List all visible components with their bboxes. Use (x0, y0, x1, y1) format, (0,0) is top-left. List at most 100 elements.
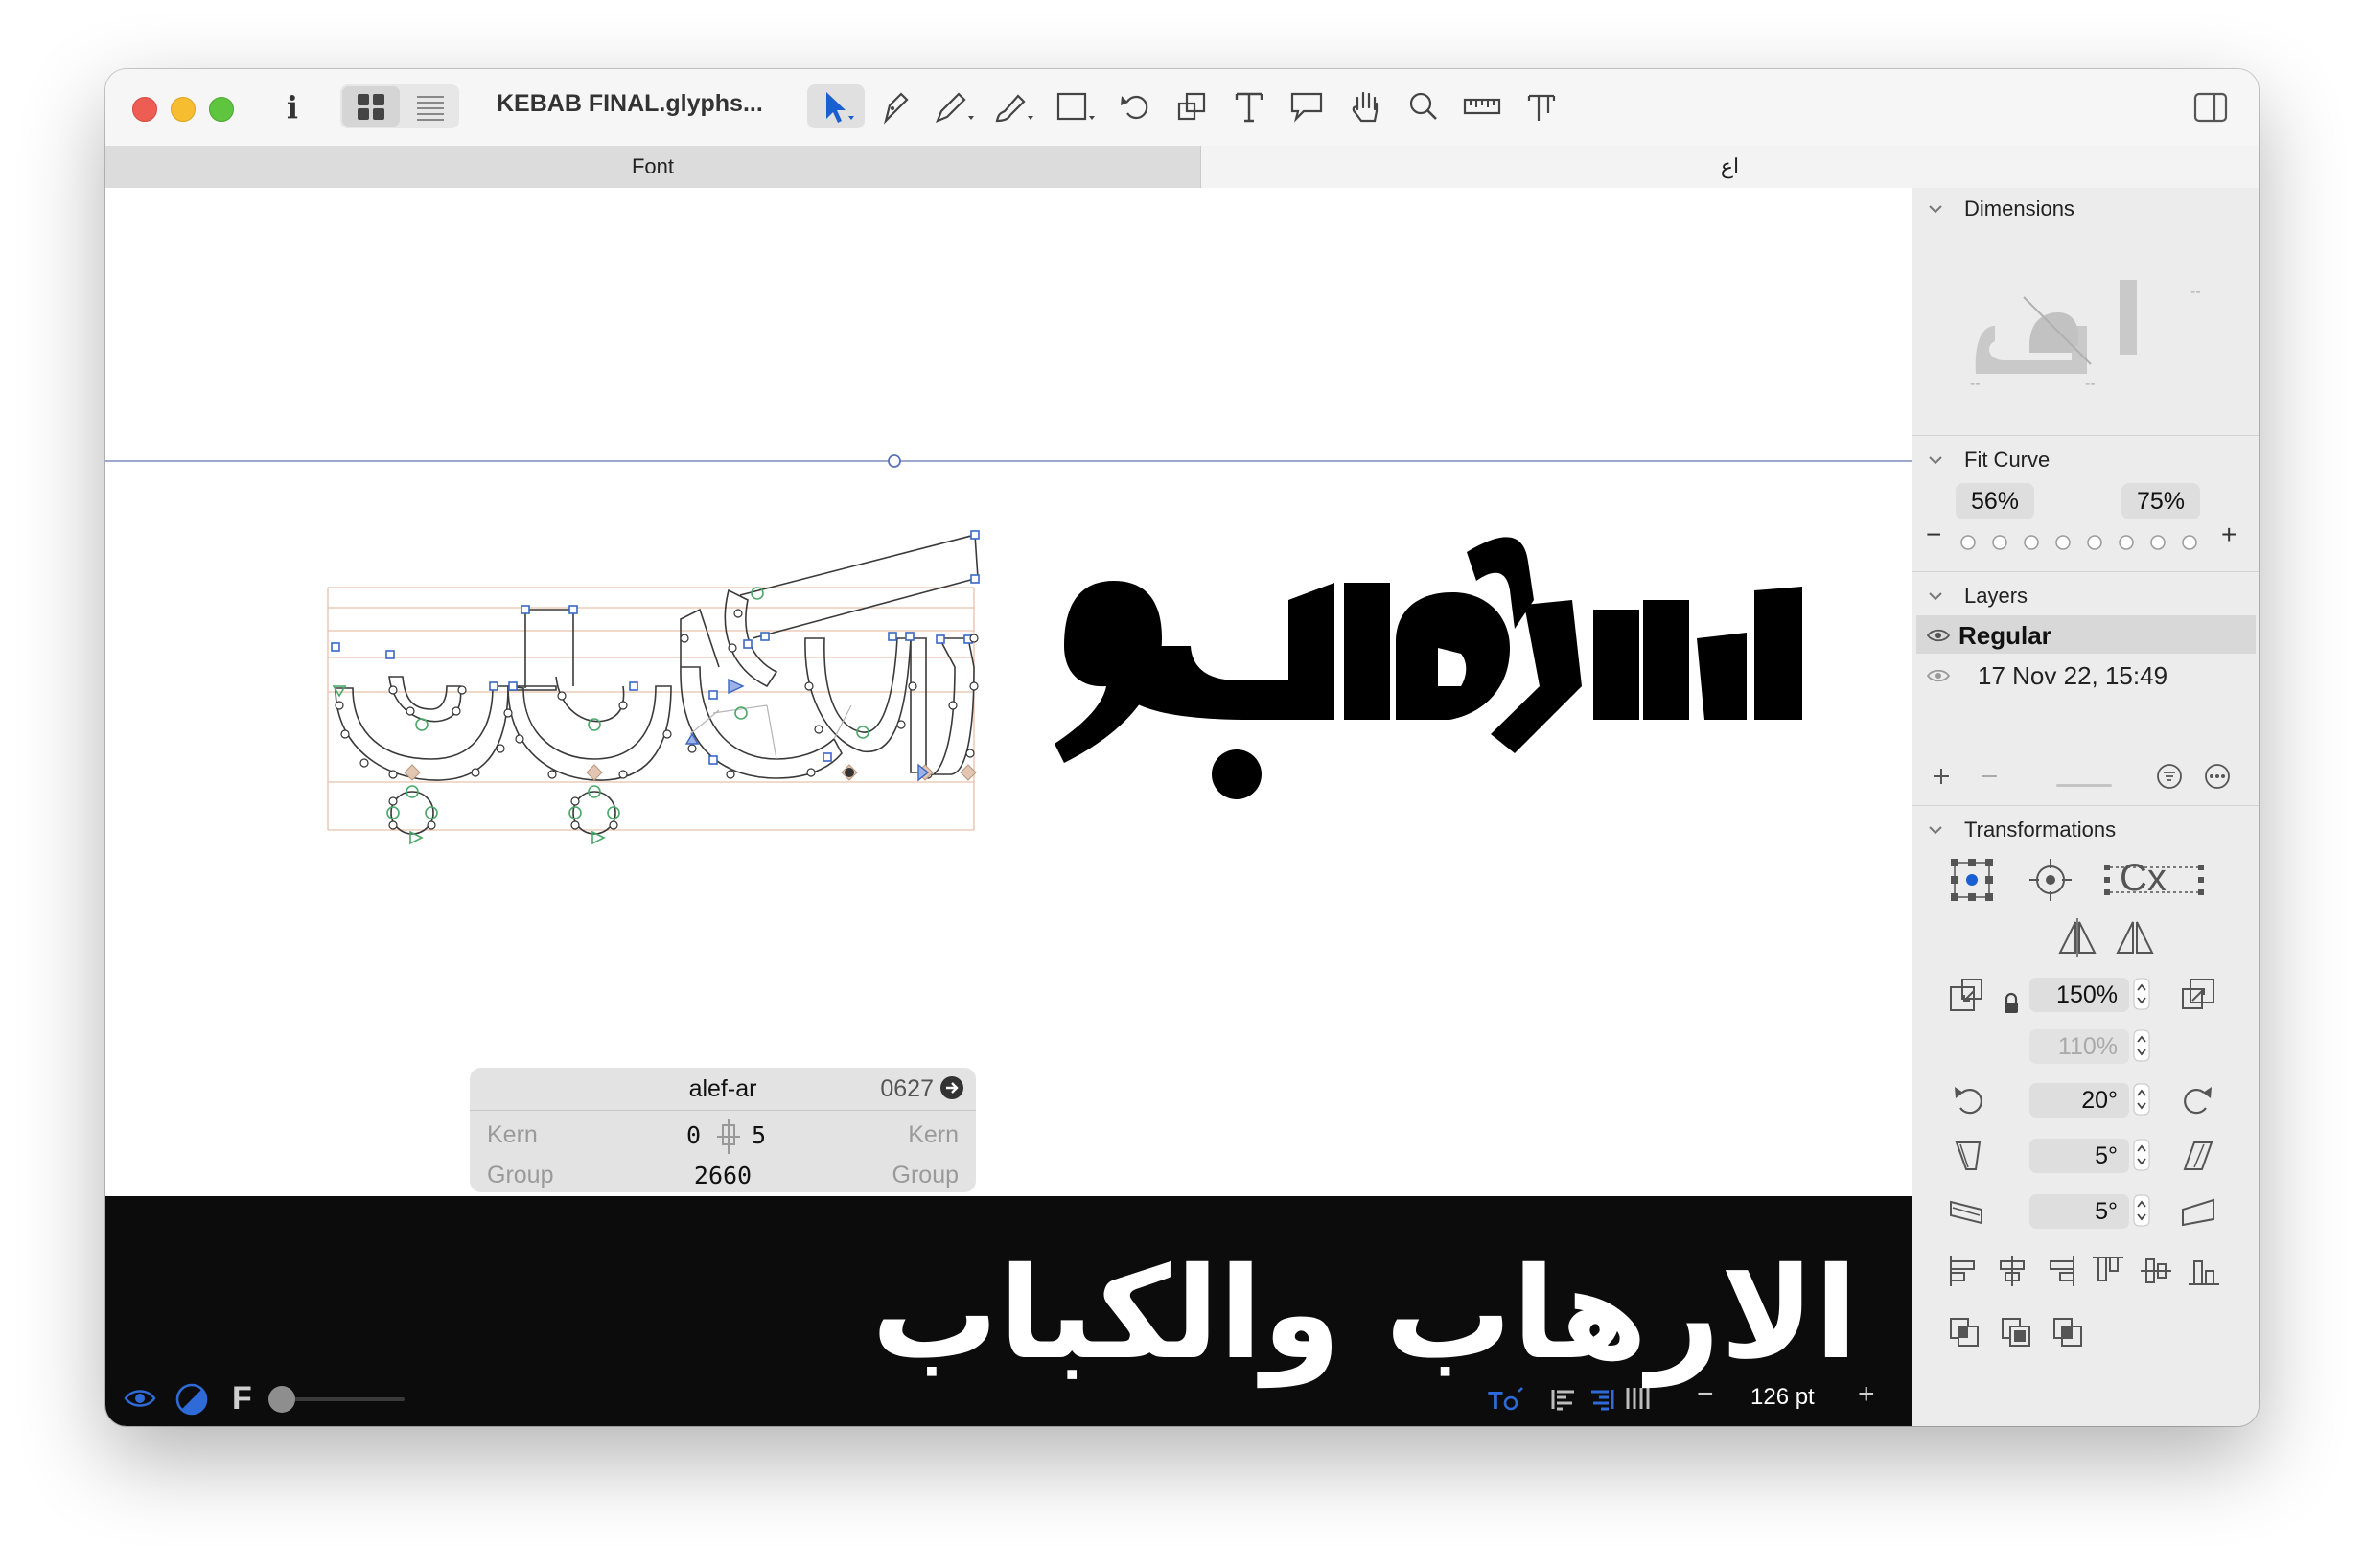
scale-up-icon[interactable] (2179, 976, 2217, 1014)
guide-handle (888, 454, 901, 468)
more-options-icon[interactable] (2204, 763, 2231, 790)
align-right-icon[interactable] (1588, 1386, 1614, 1413)
add-layer-icon[interactable] (1930, 765, 1953, 788)
tab-bar: Font اع (105, 146, 2259, 189)
filter-icon[interactable] (2156, 763, 2183, 790)
info-button[interactable]: i (278, 86, 307, 128)
skew-left-icon[interactable] (1947, 1192, 1985, 1231)
text-tool-icon[interactable] (1227, 84, 1271, 128)
fit-curve-section-header[interactable]: Fit Curve (1912, 443, 2259, 477)
rsb-value[interactable]: 5 (752, 1121, 766, 1149)
width-handle-icon[interactable] (709, 1116, 748, 1158)
glyph-edit-view[interactable] (105, 188, 1912, 1196)
scale-stepper-icon[interactable] (2133, 978, 2150, 1010)
lsb-value[interactable]: 0 (686, 1121, 701, 1149)
select-tool-button[interactable] (807, 84, 865, 128)
pencil-tool-icon[interactable] (928, 84, 982, 128)
preview-slider[interactable] (268, 1386, 405, 1413)
hand-tool-icon[interactable] (1344, 84, 1388, 128)
rotate-right-icon[interactable] (2181, 1081, 2215, 1119)
rotate-left-icon[interactable] (1951, 1081, 1985, 1119)
bezier-handles (689, 704, 852, 760)
fit-curve-slider[interactable] (1958, 533, 2210, 552)
fit-curve-dots[interactable] (1958, 533, 2210, 552)
skew-right-icon[interactable] (2179, 1192, 2217, 1231)
align-vertical-centers-icon[interactable] (2139, 1254, 2173, 1288)
union-icon[interactable] (1947, 1315, 1982, 1349)
arrow-right-circle-icon[interactable] (939, 1075, 964, 1100)
transformations-section-header[interactable]: Transformations (1912, 813, 2259, 847)
eye-icon[interactable] (123, 1384, 157, 1413)
sidebar-toggle-icon[interactable] (2191, 88, 2230, 127)
fit-curve-min-field[interactable]: 56% (1956, 483, 2034, 519)
layers-section-header[interactable]: Layers (1912, 579, 2259, 613)
fit-curve-minus-button[interactable]: − (1926, 519, 1941, 550)
close-window-button[interactable] (132, 97, 157, 122)
type-tool-icon[interactable] (1519, 84, 1564, 128)
zoom-tool-icon[interactable] (1402, 84, 1446, 128)
font-size-value[interactable]: 126 pt (1750, 1384, 1815, 1411)
layer-row-regular[interactable]: Regular (1916, 615, 2256, 654)
scale-vertical-stepper-icon[interactable] (2133, 1029, 2150, 1062)
scale-vertical-field[interactable]: 110% (2029, 1029, 2129, 1064)
fit-curve-plus-button[interactable]: + (2221, 519, 2237, 550)
align-top-edges-icon[interactable] (2091, 1254, 2125, 1288)
fit-curve-max-field[interactable]: 75% (2121, 483, 2200, 519)
annotation-tool-icon[interactable] (1285, 84, 1329, 128)
zoom-window-button[interactable] (209, 97, 234, 122)
rotate-field[interactable]: 20° (2029, 1083, 2129, 1118)
align-left-icon[interactable] (1551, 1386, 1578, 1413)
rotate-stepper-icon[interactable] (2133, 1083, 2150, 1116)
flip-horizontal-icon[interactable] (2056, 916, 2098, 958)
scale-field[interactable]: 150% (2029, 978, 2129, 1012)
align-horizontal-centers-icon[interactable] (1995, 1254, 2029, 1288)
align-bottom-edges-icon[interactable] (2187, 1254, 2221, 1288)
scale-tool-icon[interactable] (1170, 84, 1214, 128)
contour-origin-button[interactable]: Cx (2100, 855, 2208, 905)
layers-resize-handle[interactable] (2056, 784, 2112, 787)
remove-layer-icon[interactable] (1978, 765, 2001, 788)
minimize-window-button[interactable] (171, 97, 196, 122)
bounding-box-origin-icon[interactable] (1947, 855, 1997, 905)
slant-field[interactable]: 5° (2029, 1139, 2129, 1173)
font-size-decrease-button[interactable]: − (1697, 1378, 1714, 1411)
start-nodes (404, 764, 977, 781)
font-size-increase-button[interactable]: + (1858, 1378, 1875, 1411)
draw-tool-icon[interactable] (872, 84, 916, 128)
tab-edit-text[interactable]: اع (1201, 146, 2259, 188)
invert-colors-icon[interactable] (174, 1382, 209, 1417)
layer-row-backup[interactable]: 17 Nov 22, 15:49 (1916, 656, 2256, 694)
slant-stepper-icon[interactable] (2133, 1139, 2150, 1171)
intersect-icon[interactable] (2051, 1315, 2085, 1349)
justify-icon[interactable] (1624, 1386, 1651, 1413)
scale-down-icon[interactable] (1947, 976, 1989, 1014)
flip-vertical-icon[interactable] (2114, 916, 2156, 958)
align-right-edges-icon[interactable] (2043, 1254, 2077, 1288)
skew-stepper-icon[interactable] (2133, 1194, 2150, 1227)
subtract-icon[interactable] (1999, 1315, 2033, 1349)
eye-icon[interactable] (1926, 667, 1951, 684)
align-left-edges-icon[interactable] (1947, 1254, 1982, 1288)
font-indicator[interactable]: F (232, 1380, 252, 1418)
dimension-mark-left: -- (1970, 376, 1981, 392)
measure-tool-icon[interactable] (1457, 84, 1505, 128)
rtl-text-icon[interactable]: T (1486, 1384, 1524, 1415)
slant-left-icon[interactable] (1951, 1137, 1985, 1175)
crosshair-origin-icon[interactable] (2026, 855, 2075, 905)
skew-field[interactable]: 5° (2029, 1194, 2129, 1229)
app-window: i KEBAB FINAL.glyphs... Font اع alef-ar … (105, 69, 2259, 1426)
lock-icon[interactable] (2001, 991, 2022, 1016)
slider-knob[interactable] (268, 1386, 295, 1413)
slant-right-icon[interactable] (2181, 1137, 2215, 1175)
rotate-tool-icon[interactable] (1112, 84, 1156, 128)
dimensions-section-header[interactable]: Dimensions (1912, 192, 2259, 226)
chevron-down-icon (1929, 826, 1942, 835)
glyph-unicode[interactable]: 0627 (880, 1075, 934, 1103)
rectangle-tool-icon[interactable] (1049, 84, 1102, 128)
list-view-button[interactable] (402, 86, 457, 127)
eye-icon[interactable] (1926, 627, 1951, 644)
grid-view-button[interactable] (342, 86, 400, 127)
tab-font[interactable]: Font (105, 146, 1201, 188)
edit-canvas[interactable]: alef-ar 0627 Kern 0 5 Kern Group 2660 Gr… (105, 188, 1912, 1426)
brush-tool-icon[interactable] (987, 84, 1041, 128)
